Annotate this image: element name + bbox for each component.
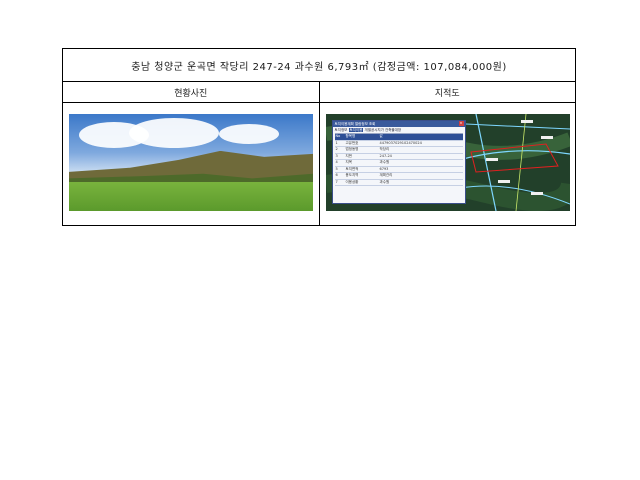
tab-land-info[interactable]: 토지정보 [335, 128, 348, 132]
tab-official-price[interactable]: 개별공시지가 [365, 128, 384, 132]
popup-table: No 항목명 값 1 고유번호 4479037029102470024 2 법정… [334, 133, 463, 186]
land-info-popup: 토지이용계획 열람정보 조회 × 토지정보 토지이용 개별공시지가 건축물대장 … [331, 120, 466, 204]
row-value: 과수원 [379, 160, 390, 164]
row-value: 4479037029102470024 [379, 140, 422, 145]
row-value: 6793 [379, 166, 389, 171]
photo-heading: 현황사진 [63, 82, 319, 103]
property-title: 충남 청양군 운곡면 작당리 247-24 과수원 6,793㎡ (감정금액: … [63, 49, 575, 82]
column-header: No [335, 134, 341, 138]
site-photo [69, 114, 313, 211]
photo-grass [69, 181, 313, 211]
row-no: 5 [335, 166, 338, 171]
row-label: 지번 [345, 153, 352, 158]
row-value: 계획관리 [379, 173, 393, 177]
popup-title: 토지이용계획 열람정보 조회 × [332, 121, 465, 127]
image-columns: 현황사진 지적도 토지이용계획 열람정보 조회 × 토지정보 토지이용 개별공시… [63, 82, 575, 226]
row-label: 고유번호 [345, 140, 359, 145]
row-no: 1 [335, 140, 338, 145]
cloud-shape [219, 124, 279, 144]
tab-land-use[interactable]: 토지이용 [348, 128, 364, 132]
cadastral-map: 토지이용계획 열람정보 조회 × 토지정보 토지이용 개별공시지가 건축물대장 … [325, 114, 570, 211]
row-label: 토지면적 [345, 166, 359, 171]
property-info-table: 충남 청양군 운곡면 작당리 247-24 과수원 6,793㎡ (감정금액: … [62, 48, 576, 226]
row-label: 용도지역 [345, 173, 359, 177]
row-value: 작당리 [379, 147, 390, 151]
table-row: 7 이용상황 과수원 [334, 179, 463, 186]
map-heading: 지적도 [319, 82, 575, 103]
row-value: 과수원 [379, 179, 390, 184]
row-label: 법정동명 [345, 147, 359, 151]
column-header: 값 [379, 134, 383, 138]
row-value: 247-24 [379, 153, 392, 158]
photo-column: 현황사진 [63, 82, 320, 226]
row-no: 4 [335, 160, 338, 164]
cloud-shape [129, 118, 219, 148]
row-no: 6 [335, 173, 338, 177]
row-no: 2 [335, 147, 338, 151]
row-no: 3 [335, 153, 338, 158]
row-label: 지목 [345, 160, 352, 164]
close-icon[interactable]: × [458, 121, 464, 126]
popup-title-text: 토지이용계획 열람정보 조회 [334, 122, 376, 126]
row-no: 7 [335, 179, 338, 184]
row-label: 이용상황 [345, 179, 359, 184]
column-header: 항목명 [345, 134, 356, 138]
map-column: 지적도 토지이용계획 열람정보 조회 × 토지정보 토지이용 개별공시지가 건축… [319, 82, 575, 226]
tab-building-register[interactable]: 건축물대장 [385, 128, 401, 132]
